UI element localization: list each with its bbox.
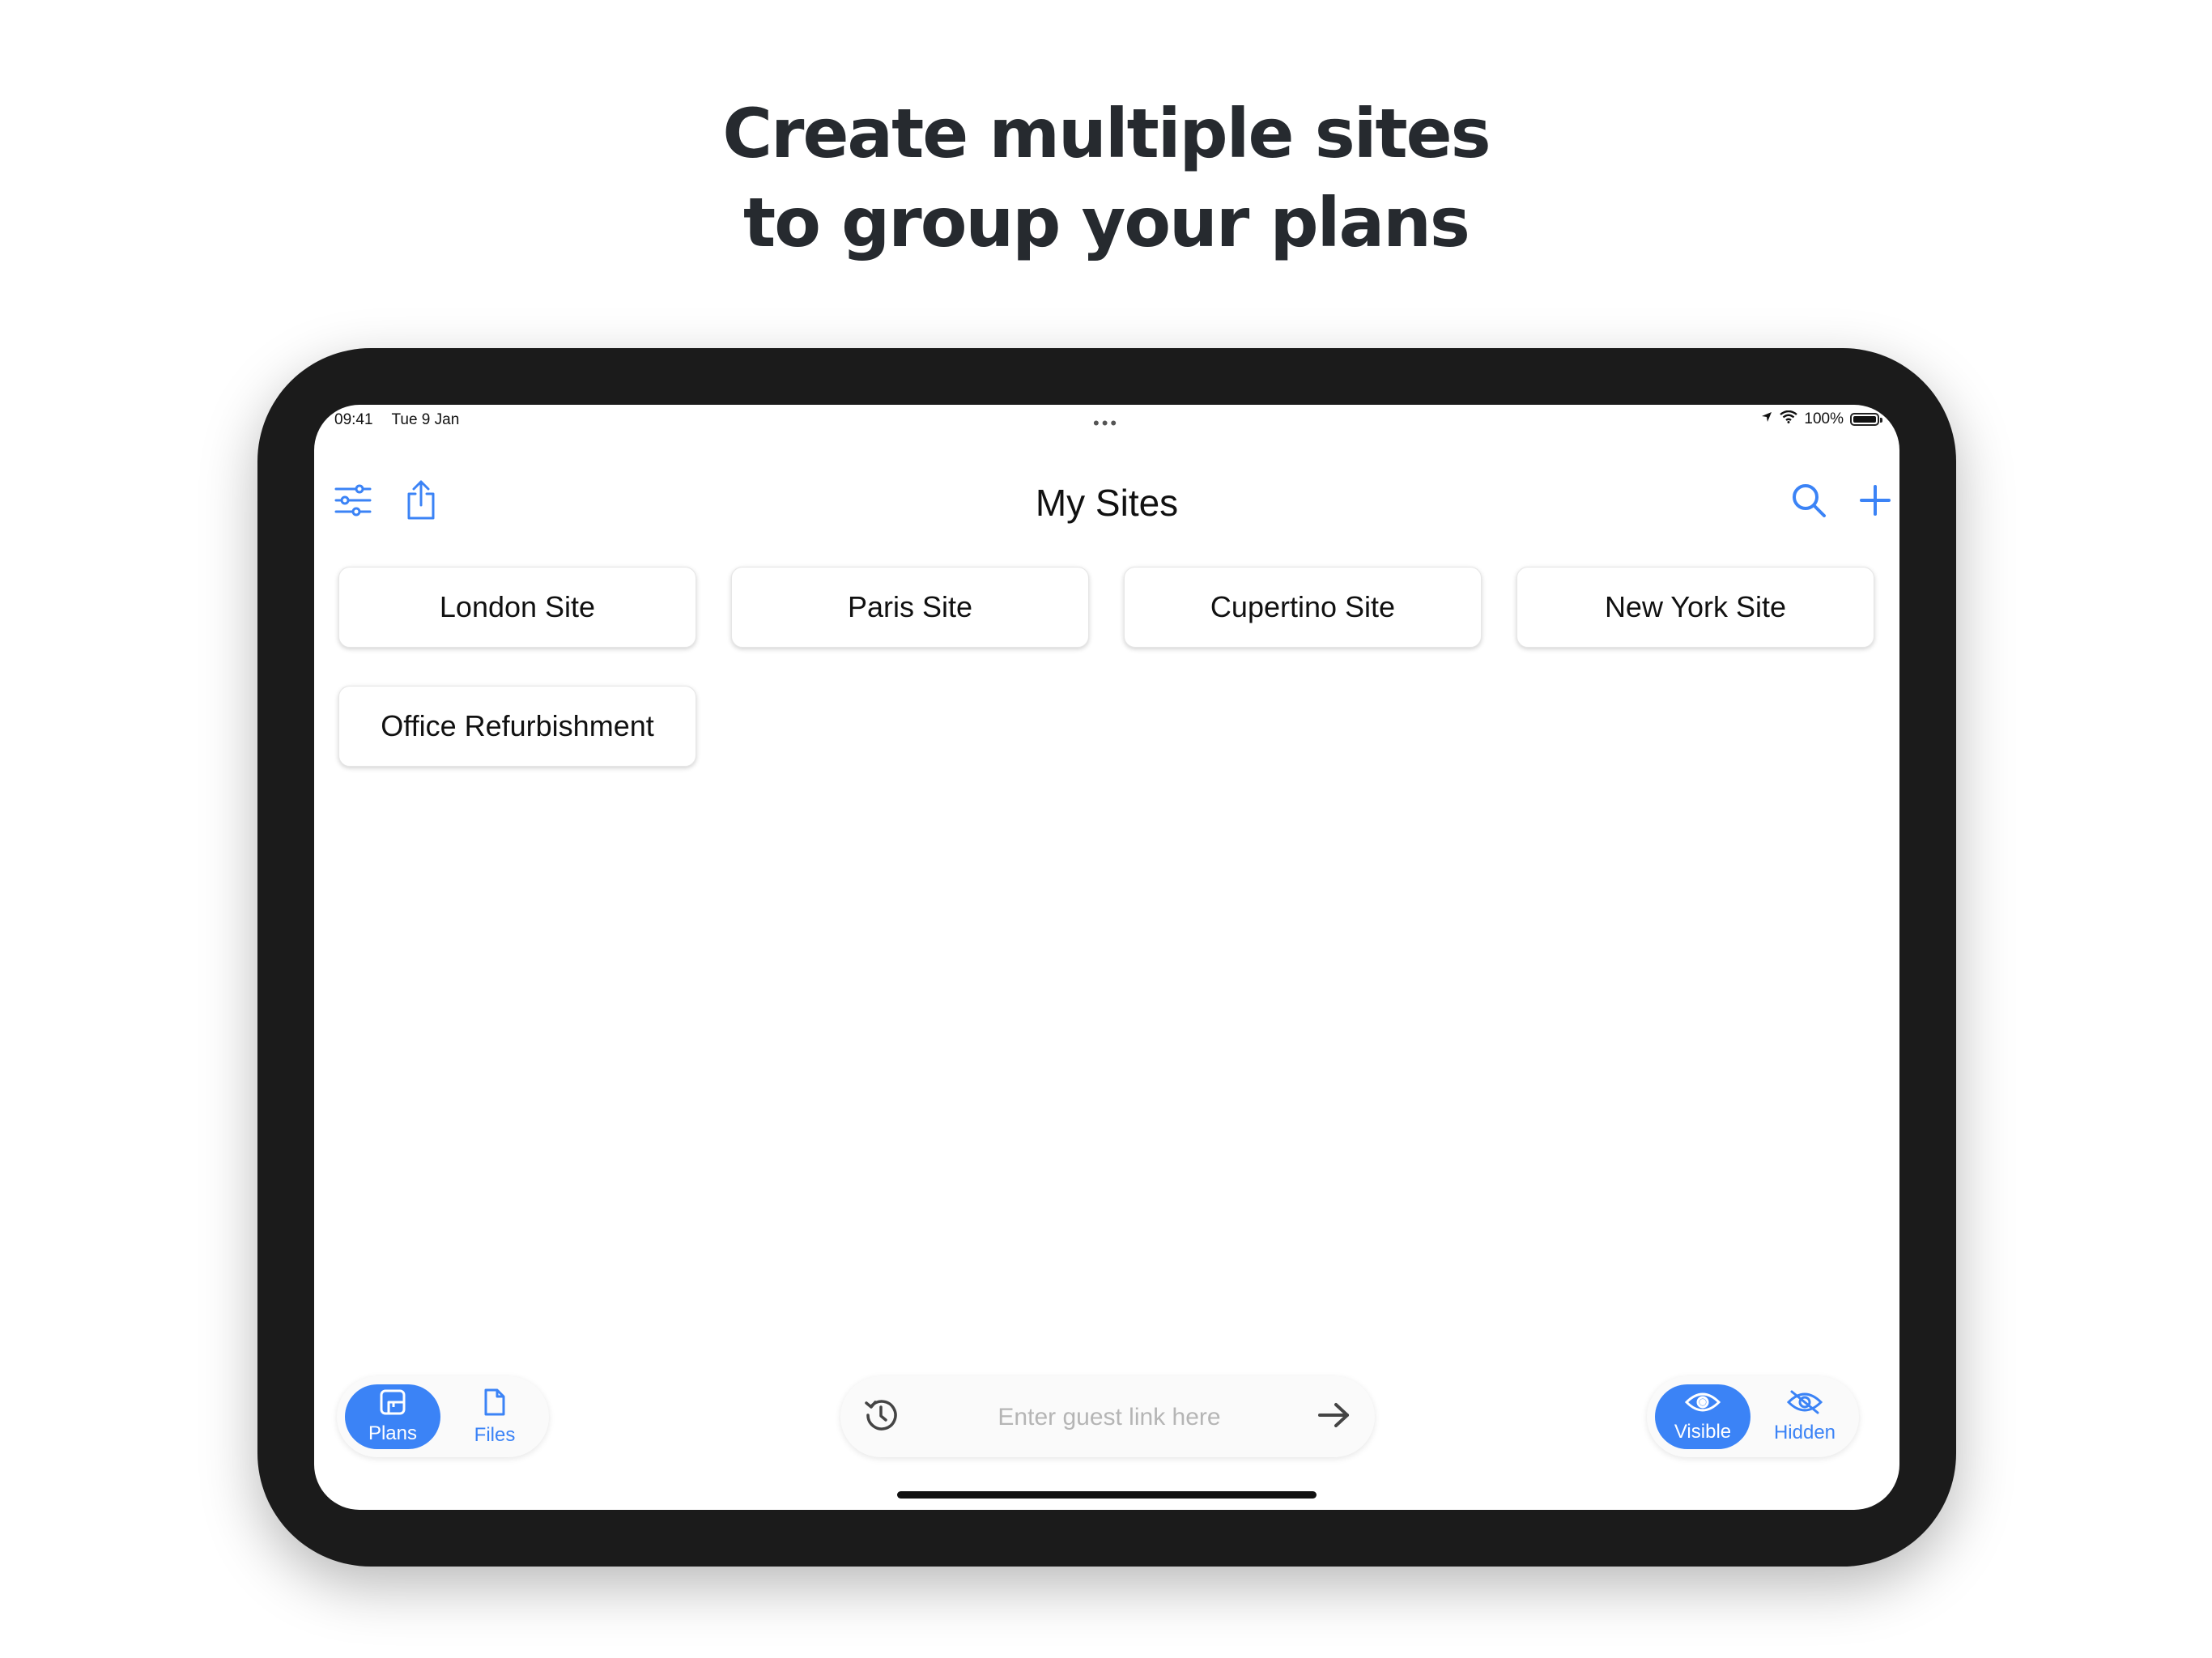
marketing-headline: Create multiple sites to group your plan… [0, 89, 2212, 267]
battery-percent: 100% [1804, 410, 1844, 427]
add-site-button[interactable] [1851, 478, 1899, 526]
ipad-screen: 09:41 Tue 9 Jan ••• 100% My Sites London… [314, 405, 1899, 1510]
status-bar: 09:41 Tue 9 Jan ••• 100% [314, 405, 1899, 437]
history-button[interactable] [858, 1394, 904, 1439]
guest-link-input[interactable] [921, 1392, 1297, 1443]
file-icon [483, 1388, 507, 1424]
wifi-icon [1780, 410, 1798, 428]
tab-files[interactable]: Files [447, 1384, 542, 1449]
hidden-toggle[interactable]: Hidden [1757, 1384, 1853, 1449]
plans-icon [379, 1389, 406, 1422]
multitasking-dots[interactable]: ••• [1093, 413, 1119, 434]
history-icon [861, 1396, 900, 1439]
battery-icon [1850, 413, 1882, 426]
location-icon [1760, 410, 1773, 428]
submit-guest-link-button[interactable] [1312, 1394, 1357, 1439]
site-card-new-york[interactable]: New York Site [1516, 567, 1874, 648]
sites-grid: London Site Paris Site Cupertino Site Ne… [338, 567, 1875, 767]
content-type-tabs: Plans Files [337, 1376, 549, 1457]
site-card-office-refurbishment[interactable]: Office Refurbishment [338, 686, 696, 767]
arrow-right-icon [1317, 1401, 1352, 1434]
status-date: Tue 9 Jan [391, 411, 460, 428]
search-button[interactable] [1784, 478, 1833, 526]
plus-icon [1859, 484, 1891, 521]
search-icon [1790, 482, 1827, 523]
home-indicator[interactable] [897, 1491, 1317, 1499]
headline-line-2: to group your plans [743, 183, 1470, 262]
site-card-cupertino[interactable]: Cupertino Site [1124, 567, 1482, 648]
visibility-toggle: Visible Hidden [1647, 1376, 1859, 1457]
page-title: My Sites [1035, 482, 1179, 524]
navigation-bar: My Sites [314, 470, 1899, 534]
site-card-paris[interactable]: Paris Site [731, 567, 1089, 648]
site-card-london[interactable]: London Site [338, 567, 696, 648]
tab-plans-label: Plans [368, 1422, 418, 1444]
tab-files-label: Files [474, 1423, 516, 1446]
visible-label: Visible [1674, 1420, 1732, 1443]
visible-toggle[interactable]: Visible [1655, 1384, 1750, 1449]
headline-line-1: Create multiple sites [722, 94, 1491, 173]
tab-plans[interactable]: Plans [345, 1384, 440, 1449]
eye-icon [1684, 1391, 1721, 1421]
hidden-label: Hidden [1773, 1421, 1836, 1443]
ipad-frame: 09:41 Tue 9 Jan ••• 100% My Sites London… [257, 348, 1956, 1567]
status-time: 09:41 [334, 411, 373, 428]
eye-slash-icon [1786, 1390, 1823, 1422]
guest-link-bar [840, 1376, 1375, 1457]
